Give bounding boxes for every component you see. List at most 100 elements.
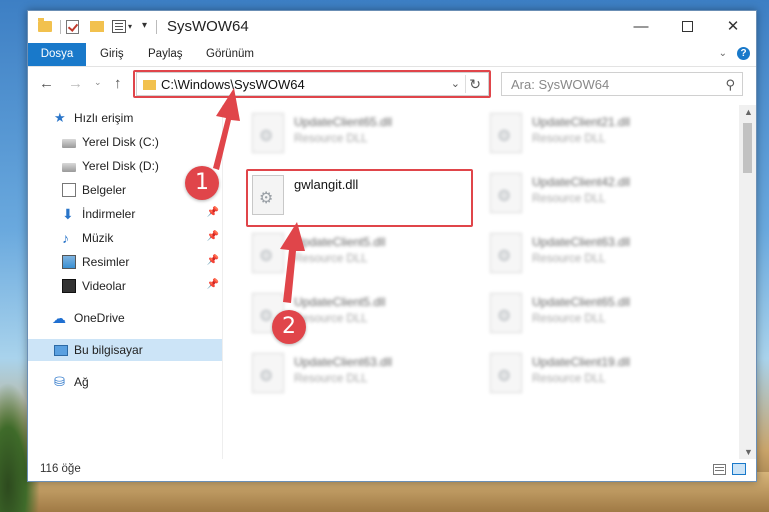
- step-2-badge: 2: [272, 310, 306, 344]
- file-name: UpdateClient19.dll: [532, 355, 631, 369]
- file-name: UpdateClient63.dll: [532, 235, 631, 249]
- tab-share[interactable]: Paylaş: [136, 43, 195, 66]
- computer-icon: [54, 345, 68, 356]
- ribbon-right: ⌄ ?: [719, 47, 750, 60]
- tab-home[interactable]: Giriş: [88, 43, 136, 66]
- file-name: UpdateClient42.dll: [532, 175, 631, 189]
- close-button[interactable]: ✕: [710, 11, 756, 41]
- list-item[interactable]: UpdateClient63.dll Resource DLL: [238, 349, 458, 401]
- pin-icon[interactable]: 📌: [207, 207, 219, 218]
- forward-button[interactable]: →: [68, 75, 83, 92]
- file-highlight-box: [246, 169, 473, 227]
- list-item[interactable]: UpdateClient5.dll Resource DLL: [238, 289, 458, 341]
- toolbar-divider: [60, 20, 61, 34]
- dll-file-icon: [252, 233, 284, 273]
- vertical-scrollbar[interactable]: ▲ ▼: [739, 105, 756, 459]
- title-bar: ▾ ▾ SysWOW64 — ✕: [28, 11, 756, 43]
- properties-icon[interactable]: [112, 20, 126, 33]
- file-name: UpdateClient5.dll: [294, 235, 386, 249]
- file-list: UpdateClient65.dll Resource DLL UpdateCl…: [228, 105, 738, 459]
- sidebar-item-downloads[interactable]: ⬇ İndirmeler 📌: [28, 203, 222, 225]
- sidebar-item-label: Hızlı erişim: [74, 111, 134, 125]
- scroll-thumb[interactable]: [743, 123, 752, 173]
- pictures-icon: [62, 255, 76, 269]
- file-name: UpdateClient63.dll: [294, 355, 393, 369]
- dll-file-icon: [490, 233, 522, 273]
- video-icon: [62, 279, 76, 293]
- minimize-button[interactable]: —: [618, 11, 664, 41]
- sidebar-item-label: Resimler: [82, 255, 130, 269]
- file-name: UpdateClient21.dll: [532, 115, 631, 129]
- document-icon: [62, 183, 76, 197]
- up-button[interactable]: ↑: [114, 75, 122, 92]
- back-button[interactable]: ←: [39, 75, 54, 92]
- explorer-window: ▾ ▾ SysWOW64 — ✕ Dosya Giriş Paylaş Görü…: [27, 10, 757, 482]
- sidebar-item-label: Yerel Disk (C:): [82, 135, 159, 149]
- sidebar-item-music[interactable]: ♪ Müzik 📌: [28, 227, 222, 249]
- sidebar-item-videos[interactable]: Videolar 📌: [28, 275, 222, 297]
- scroll-up-icon[interactable]: ▲: [744, 107, 753, 117]
- dll-file-icon: [252, 113, 284, 153]
- list-item[interactable]: UpdateClient65.dll Resource DLL: [476, 289, 696, 341]
- sidebar-item-label: OneDrive: [74, 311, 125, 325]
- recent-locations-button[interactable]: ⌄: [94, 77, 102, 88]
- sidebar-item-label: İndirmeler: [82, 207, 136, 221]
- sidebar-item-onedrive[interactable]: ☁ OneDrive: [28, 307, 222, 329]
- sidebar-item-label: Ağ: [74, 375, 89, 389]
- list-item[interactable]: UpdateClient65.dll Resource DLL: [238, 109, 458, 161]
- help-icon[interactable]: ?: [737, 47, 750, 60]
- step-1-badge: 1: [185, 166, 219, 200]
- details-view-icon[interactable]: [713, 464, 726, 475]
- sidebar-item-quick-access[interactable]: ★ Hızlı erişim: [28, 107, 222, 129]
- sidebar-item-label: Bu bilgisayar: [74, 343, 143, 357]
- new-folder-icon[interactable]: [90, 21, 104, 32]
- file-name: UpdateClient5.dll: [294, 295, 386, 309]
- file-name: UpdateClient65.dll: [294, 115, 393, 129]
- maximize-button[interactable]: [664, 11, 710, 41]
- navigation-pane: ★ Hızlı erişim Yerel Disk (C:) Yerel Dis…: [28, 105, 222, 459]
- file-type: Resource DLL: [532, 133, 606, 145]
- file-type: Resource DLL: [294, 373, 368, 385]
- sidebar-item-label: Müzik: [82, 231, 114, 245]
- chevron-down-icon[interactable]: ▾: [128, 22, 132, 40]
- search-input[interactable]: Ara: SysWOW64 ⚲: [501, 72, 743, 96]
- address-highlight-box: [133, 70, 491, 98]
- sidebar-item-label: Belgeler: [82, 183, 127, 197]
- expand-ribbon-icon[interactable]: ⌄: [719, 48, 727, 59]
- search-icon[interactable]: ⚲: [725, 77, 735, 93]
- customize-toolbar-icon[interactable]: ▾: [142, 20, 147, 38]
- sidebar-item-network[interactable]: ⛁ Ağ: [28, 371, 222, 393]
- pane-divider[interactable]: [222, 105, 223, 459]
- tiles-view-icon[interactable]: [732, 463, 746, 475]
- pin-icon[interactable]: 📌: [207, 279, 219, 290]
- network-icon: ⛁: [54, 374, 65, 389]
- cloud-icon: ☁: [52, 310, 66, 326]
- list-item[interactable]: UpdateClient42.dll Resource DLL: [476, 169, 696, 221]
- properties-check-icon[interactable]: [66, 20, 79, 34]
- download-icon: ⬇: [62, 206, 74, 222]
- list-item[interactable]: UpdateClient19.dll Resource DLL: [476, 349, 696, 401]
- sidebar-item-this-pc[interactable]: Bu bilgisayar: [28, 339, 222, 361]
- tab-view[interactable]: Görünüm: [194, 43, 266, 66]
- navigation-bar: ← → ⌄ ↑ C:\Windows\SysWOW64 ⌄ ↻ Ara: Sys…: [28, 67, 756, 101]
- sidebar-item-pictures[interactable]: Resimler 📌: [28, 251, 222, 273]
- dll-file-icon: [490, 353, 522, 393]
- ribbon: Dosya Giriş Paylaş Görünüm ⌄ ?: [28, 43, 756, 67]
- drive-icon: [62, 163, 76, 172]
- drive-icon: [62, 139, 76, 148]
- item-count: 116 öğe: [40, 463, 81, 475]
- file-type: Resource DLL: [532, 313, 606, 325]
- search-placeholder: Ara: SysWOW64: [511, 77, 610, 92]
- list-item[interactable]: UpdateClient21.dll Resource DLL: [476, 109, 696, 161]
- list-item[interactable]: UpdateClient63.dll Resource DLL: [476, 229, 696, 281]
- pin-icon[interactable]: 📌: [207, 231, 219, 242]
- maximize-icon: [681, 20, 693, 32]
- scroll-down-icon[interactable]: ▼: [744, 447, 753, 457]
- tab-file[interactable]: Dosya: [28, 43, 86, 66]
- pin-icon[interactable]: 📌: [207, 255, 219, 266]
- sidebar-item-disk-c[interactable]: Yerel Disk (C:): [28, 131, 222, 153]
- list-item[interactable]: UpdateClient5.dll Resource DLL: [238, 229, 458, 281]
- folder-icon: [38, 18, 52, 32]
- file-type: Resource DLL: [532, 253, 606, 265]
- sidebar-item-label: Yerel Disk (D:): [82, 159, 159, 173]
